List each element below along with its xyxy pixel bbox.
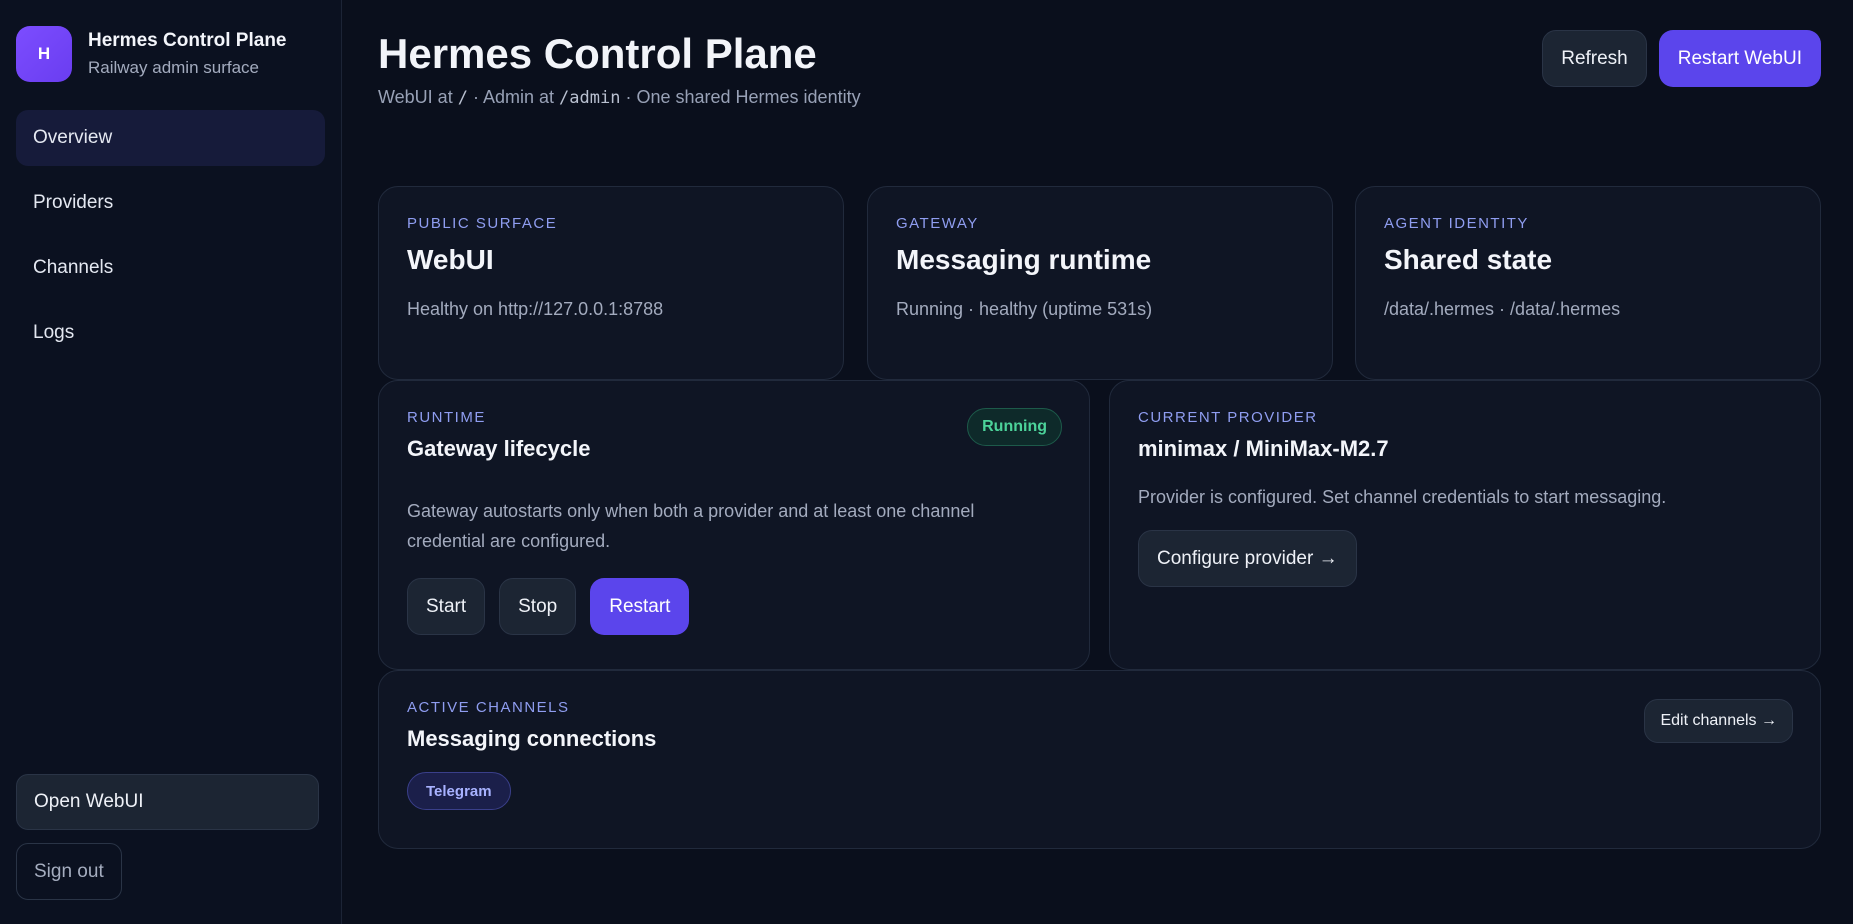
card-text: Provider is configured. Set channel cred… [1138, 487, 1667, 507]
subtitle-prefix: WebUI at [378, 87, 453, 107]
card-eyebrow: GATEWAY [896, 215, 979, 232]
open-webui-button[interactable]: Open WebUI [16, 774, 319, 830]
card-eyebrow: CURRENT PROVIDER [1138, 409, 1318, 426]
brand-logo: H [16, 26, 72, 82]
sidebar-item-overview[interactable]: Overview [16, 110, 325, 166]
public-surface-card: PUBLIC SURFACE WebUI Healthy on http://1… [378, 186, 844, 380]
brand-text: Hermes Control Plane Railway admin surfa… [88, 30, 287, 78]
card-eyebrow: ACTIVE CHANNELS [407, 699, 570, 716]
card-eyebrow: PUBLIC SURFACE [407, 215, 558, 232]
sidebar-footer: Open WebUI Sign out [16, 774, 319, 900]
subtitle-mid: · Admin at [472, 87, 555, 107]
card-title: Gateway lifecycle [407, 436, 591, 461]
sidebar-item-channels[interactable]: Channels [16, 240, 325, 296]
sidebar-item-logs[interactable]: Logs [16, 305, 325, 361]
status-badge: Running [967, 408, 1062, 446]
agent-identity-card: AGENT IDENTITY Shared state /data/.herme… [1355, 186, 1821, 380]
card-eyebrow: AGENT IDENTITY [1384, 215, 1529, 232]
provider-card: CURRENT PROVIDER minimax / MiniMax-M2.7 … [1109, 380, 1821, 670]
stop-button[interactable]: Stop [499, 578, 577, 635]
runtime-card: RUNTIME Gateway lifecycle Running Gatewa… [378, 380, 1090, 670]
card-text: Gateway autostarts only when both a prov… [407, 501, 975, 551]
runtime-actions: Start Stop Restart [407, 578, 1061, 635]
channels-card: ACTIVE CHANNELS Messaging connections Te… [378, 670, 1821, 849]
brand: H Hermes Control Plane Railway admin sur… [16, 0, 325, 108]
restart-webui-button[interactable]: Restart WebUI [1658, 30, 1821, 87]
card-title: WebUI [407, 244, 494, 275]
sidebar-item-providers[interactable]: Providers [16, 175, 325, 231]
header-actions: Refresh Restart WebUI [1542, 30, 1821, 87]
configure-provider-button[interactable]: Configure provider → [1138, 530, 1357, 587]
card-text: /data/.hermes · /data/.hermes [1384, 299, 1621, 319]
gateway-card: GATEWAY Messaging runtime Running · heal… [867, 186, 1333, 380]
sidebar: H Hermes Control Plane Railway admin sur… [0, 0, 342, 924]
card-text: Healthy on http://127.0.0.1:8788 [407, 299, 664, 319]
card-title: Shared state [1384, 244, 1553, 275]
card-text: Running · healthy (uptime 531s) [896, 299, 1153, 319]
page-subtitle: WebUI at / · Admin at /admin · One share… [378, 87, 861, 108]
restart-button[interactable]: Restart [590, 578, 690, 635]
refresh-button[interactable]: Refresh [1542, 30, 1647, 87]
card-title: Messaging runtime [896, 244, 1152, 275]
card-title: minimax / MiniMax-M2.7 [1138, 436, 1389, 461]
subtitle-suffix: · One shared Hermes identity [625, 87, 861, 107]
edit-channels-button[interactable]: Edit channels → [1644, 699, 1793, 743]
card-eyebrow: RUNTIME [407, 409, 486, 426]
channel-chip-telegram: Telegram [407, 772, 511, 810]
brand-subtitle: Railway admin surface [88, 58, 260, 77]
sidebar-nav: Overview Providers Channels Logs [16, 110, 325, 361]
main-content: Hermes Control Plane WebUI at / · Admin … [342, 0, 1853, 924]
start-button[interactable]: Start [407, 578, 486, 635]
page-title: Hermes Control Plane [378, 30, 817, 77]
sign-out-button[interactable]: Sign out [16, 843, 122, 900]
brand-title: Hermes Control Plane [88, 30, 287, 51]
subtitle-admin-path: /admin [559, 88, 621, 108]
card-title: Messaging connections [407, 726, 657, 751]
app-root: H Hermes Control Plane Railway admin sur… [0, 0, 1853, 924]
subtitle-root-path: / [457, 88, 468, 108]
